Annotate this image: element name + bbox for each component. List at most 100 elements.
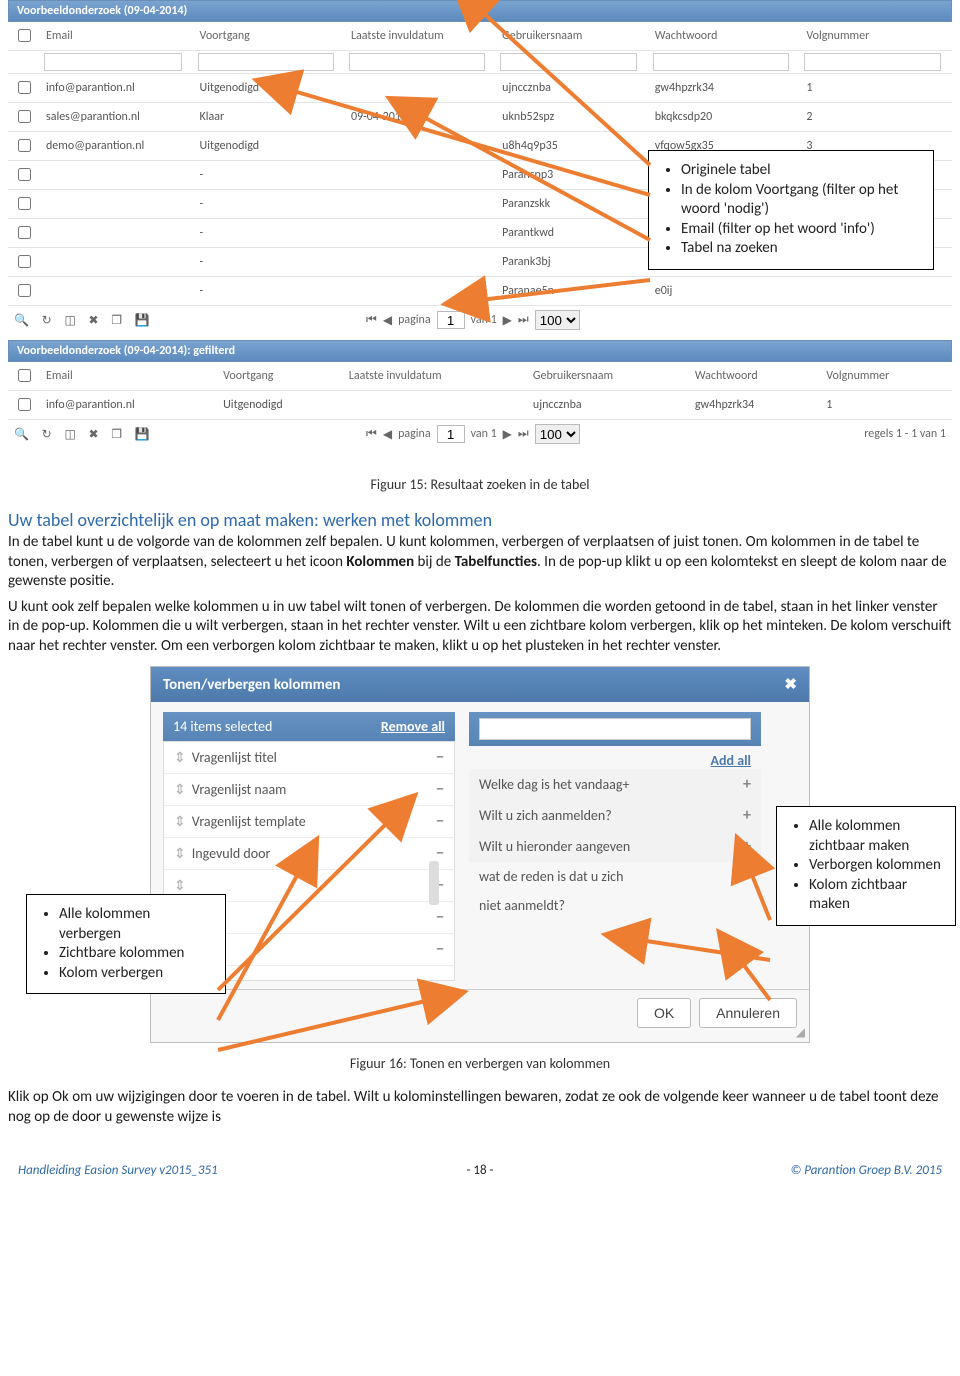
list-item[interactable]: Wilt u hieronder aangeven + <box>469 831 761 862</box>
next-page-icon[interactable]: ▶ <box>503 427 512 442</box>
remove-column-icon[interactable]: − <box>436 780 444 799</box>
remove-column-icon[interactable]: − <box>436 812 444 831</box>
row-checkbox[interactable] <box>18 197 31 210</box>
save-icon[interactable]: 💾 <box>135 314 150 328</box>
page-size-select-1[interactable]: 100 <box>535 310 580 330</box>
col-email-2[interactable]: Email <box>40 362 217 391</box>
col-wachtwoord[interactable]: Wachtwoord <box>649 22 801 51</box>
col-volgnummer-2[interactable]: Volgnummer <box>820 362 952 391</box>
save-icon[interactable]: 💾 <box>135 428 150 442</box>
remove-column-icon[interactable]: − <box>436 940 444 959</box>
table-row[interactable]: info@parantion.nlUitgenodigd ujncczn­bag… <box>8 74 952 103</box>
filter-voortgang[interactable] <box>198 53 334 71</box>
table-row[interactable]: - Paranae5ne0ij <box>8 277 952 306</box>
pager-label: pagina <box>398 427 431 441</box>
search-icon[interactable]: 🔍 <box>14 314 29 328</box>
table-2: Email Voortgang Laatste invuldatum Gebru… <box>8 362 952 420</box>
list-item[interactable]: ⇕Vragenlijst titel − <box>164 742 454 774</box>
filter-num[interactable] <box>804 53 940 71</box>
filter-pass[interactable] <box>653 53 789 71</box>
row-checkbox[interactable] <box>18 81 31 94</box>
filter-datum[interactable] <box>349 53 485 71</box>
row-checkbox[interactable] <box>18 110 31 123</box>
prev-page-icon[interactable]: ◀ <box>383 313 392 328</box>
col-volgnummer[interactable]: Volgnummer <box>800 22 952 51</box>
copy-icon[interactable]: ❐ <box>111 314 122 328</box>
last-page-icon[interactable]: ⏭ <box>518 313 529 327</box>
callout-item: Verborgen kolommen <box>809 856 941 876</box>
col-invuldatum[interactable]: Laatste invuldatum <box>345 22 496 51</box>
last-page-icon[interactable]: ⏭ <box>518 427 529 441</box>
list-item[interactable]: ⇕Vragenlijst naam − <box>164 774 454 806</box>
drag-icon[interactable]: ⇕ <box>174 813 186 830</box>
add-column-icon[interactable]: + <box>743 837 751 856</box>
callout-item: Tabel na zoeken <box>681 239 919 259</box>
list-item[interactable]: niet aanmeldt? <box>469 891 761 920</box>
remove-column-icon[interactable]: − <box>436 844 444 863</box>
table-row[interactable]: info@parantion.nlUitgenodigd ujncczn­bag… <box>8 391 952 420</box>
row-checkbox[interactable] <box>18 255 31 268</box>
next-page-icon[interactable]: ▶ <box>503 313 512 328</box>
first-page-icon[interactable]: ⏮ <box>366 427 377 441</box>
paragraph-1: In de tabel kunt u de volgorde van de ko… <box>8 533 952 592</box>
page-input-1[interactable] <box>437 311 465 329</box>
col-gebruiker-2[interactable]: Gebruikersnaam <box>527 362 689 391</box>
refresh-icon[interactable]: ↻ <box>42 428 52 442</box>
col-email[interactable]: Email <box>40 22 194 51</box>
drag-icon[interactable]: ⇕ <box>174 749 186 766</box>
column-search-input[interactable] <box>479 718 751 740</box>
col-wachtwoord-2[interactable]: Wachtwoord <box>689 362 820 391</box>
paragraph-2: U kunt ook zelf bepalen welke kolommen u… <box>8 598 952 657</box>
cancel-button[interactable]: Annuleren <box>699 998 797 1028</box>
figure-15-caption: Figuur 15: Resultaat zoeken in de tabel <box>8 476 952 493</box>
scrollbar[interactable] <box>429 861 439 905</box>
list-item[interactable]: Welke dag is het vandaag+ + <box>469 769 761 800</box>
list-item[interactable]: Wilt u zich aanmelden? + <box>469 800 761 831</box>
col-voortgang[interactable]: Voortgang <box>194 22 345 51</box>
close-icon[interactable]: ✖ <box>89 314 99 328</box>
page-size-select-2[interactable]: 100 <box>535 424 580 444</box>
copy-icon[interactable]: ❐ <box>111 428 122 442</box>
first-page-icon[interactable]: ⏮ <box>366 313 377 327</box>
callout-item: Email (filter op het woord 'info') <box>681 220 919 240</box>
refresh-icon[interactable]: ↻ <box>42 314 52 328</box>
close-icon[interactable]: ✖ <box>784 675 797 694</box>
col-invuldatum-2[interactable]: Laatste invuldatum <box>343 362 527 391</box>
add-column-icon[interactable]: + <box>743 775 751 794</box>
row-checkbox[interactable] <box>18 168 31 181</box>
columns-icon[interactable]: ◫ <box>64 314 75 328</box>
remove-all-link[interactable]: Remove all <box>381 718 445 735</box>
list-item[interactable]: ⇕Ingevuld door − <box>164 838 454 870</box>
list-item[interactable]: wat de reden is dat u zich <box>469 862 761 891</box>
row-checkbox[interactable] <box>18 226 31 239</box>
row-checkbox[interactable] <box>18 398 31 411</box>
drag-icon[interactable]: ⇕ <box>174 781 186 798</box>
list-item[interactable]: ⇕Vragenlijst template − <box>164 806 454 838</box>
col-gebruiker[interactable]: Gebruikersnaam <box>496 22 649 51</box>
page-input-2[interactable] <box>437 425 465 443</box>
select-all-2[interactable] <box>18 369 31 382</box>
filter-user[interactable] <box>500 53 637 71</box>
filter-email[interactable] <box>44 53 182 71</box>
remove-column-icon[interactable]: − <box>436 908 444 927</box>
callout-top: Originele tabel In de kolom Voortgang (f… <box>648 150 934 270</box>
row-checkbox[interactable] <box>18 139 31 152</box>
paragraph-3: Klik op Ok om uw wijzigingen door te voe… <box>8 1088 952 1127</box>
panel-title-2: Voorbeeldonderzoek (09-04-2014): gefilte… <box>8 340 952 362</box>
ok-button[interactable]: OK <box>637 998 691 1028</box>
columns-icon[interactable]: ◫ <box>64 428 75 442</box>
selected-count: 14 items selected <box>173 718 272 735</box>
close-icon[interactable]: ✖ <box>89 428 99 442</box>
drag-icon[interactable]: ⇕ <box>174 877 186 894</box>
drag-icon[interactable]: ⇕ <box>174 845 186 862</box>
prev-page-icon[interactable]: ◀ <box>383 427 392 442</box>
select-all-1[interactable] <box>18 29 31 42</box>
col-voortgang-2[interactable]: Voortgang <box>217 362 343 391</box>
add-all-link[interactable]: Add all <box>711 752 751 769</box>
remove-column-icon[interactable]: − <box>436 748 444 767</box>
row-checkbox[interactable] <box>18 284 31 297</box>
table-row[interactable]: sales@parantion.nlKlaar09-04-2014 uknb52… <box>8 103 952 132</box>
search-icon[interactable]: 🔍 <box>14 428 29 442</box>
resize-grip-icon[interactable]: ◢ <box>796 1025 805 1040</box>
add-column-icon[interactable]: + <box>743 806 751 825</box>
